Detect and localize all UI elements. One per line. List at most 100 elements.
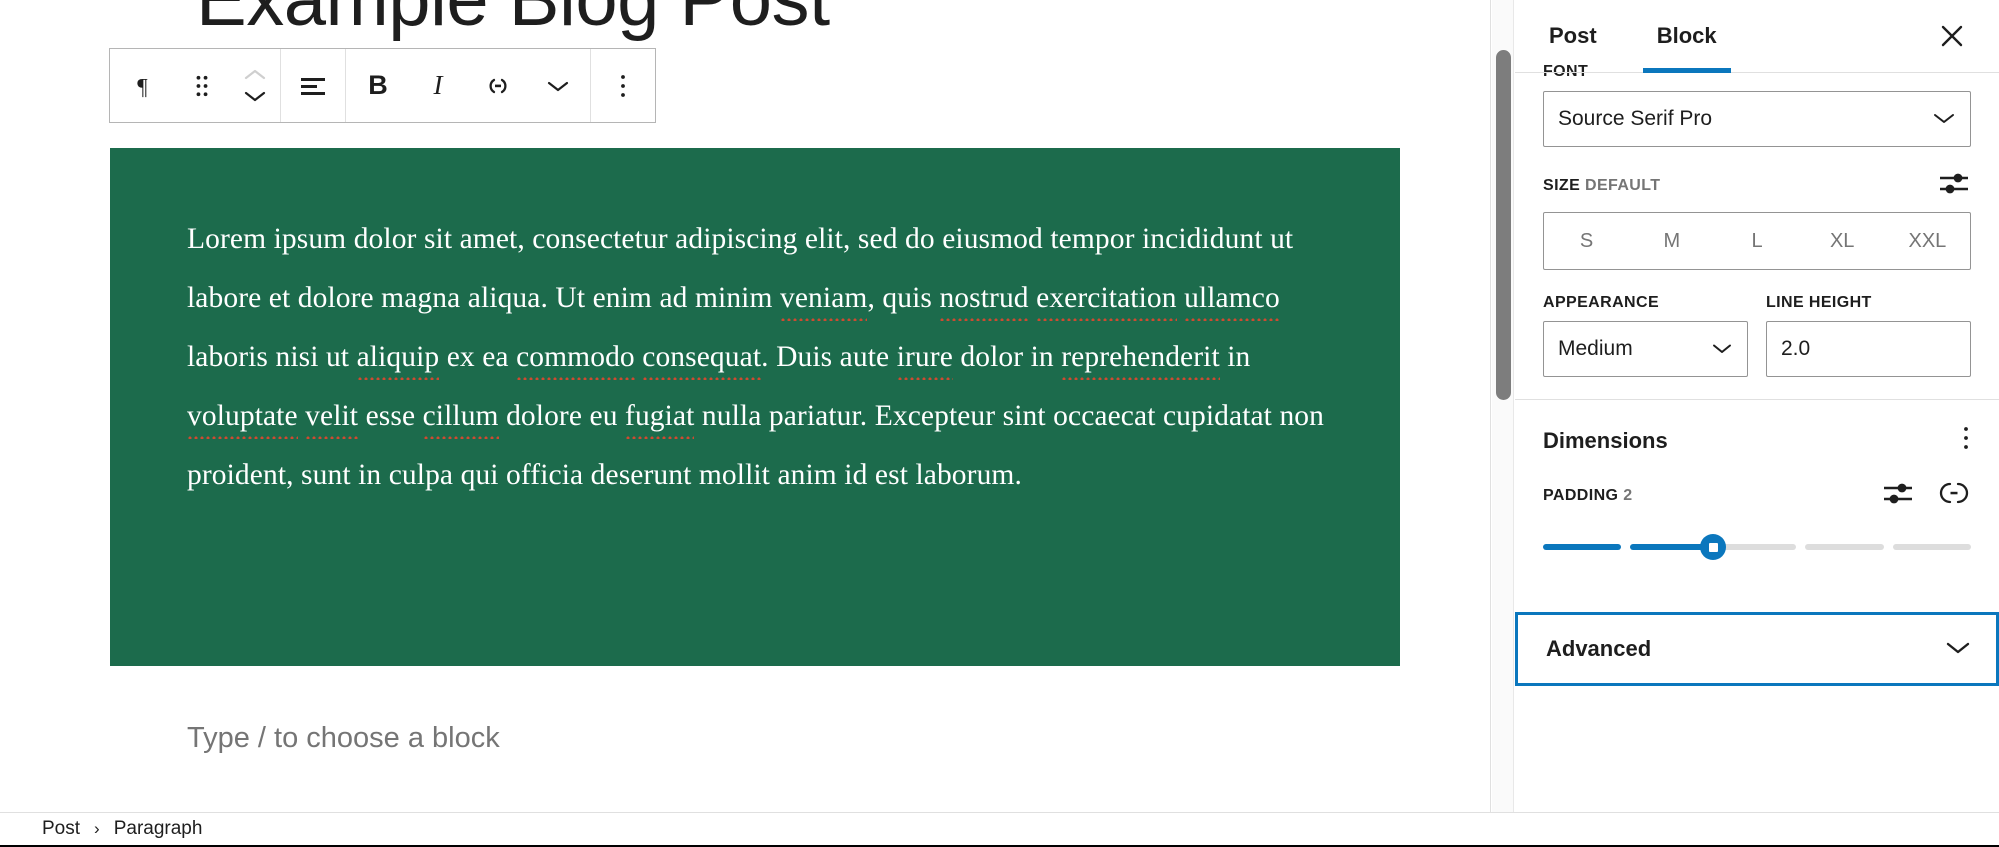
padding-value: 2 — [1623, 486, 1633, 504]
appearance-label: APPEARANCE — [1543, 294, 1660, 311]
sidebar-header: Post Block — [1515, 0, 1999, 73]
chevron-down-icon — [1944, 639, 1972, 660]
paragraph-text-run: esse — [358, 400, 423, 432]
chevron-up-icon[interactable] — [244, 68, 266, 81]
size-row: SIZE DEFAULT — [1543, 169, 1971, 202]
paragraph-text-run: laboris nisi ut — [187, 341, 357, 373]
misspelled-word: exercitation — [1036, 282, 1177, 314]
misspelled-word: veniam — [780, 282, 868, 314]
padding-slider-thumb[interactable] — [1700, 534, 1727, 560]
more-vertical-icon[interactable] — [1961, 424, 1971, 457]
link-sides-icon[interactable] — [1937, 480, 1971, 511]
misspelled-word: commodo — [516, 341, 635, 373]
canvas-scrollbar-thumb[interactable] — [1496, 50, 1511, 400]
misspelled-word: velit — [305, 400, 359, 432]
chevron-down-icon — [1711, 337, 1733, 361]
font-family-select[interactable]: Source Serif Pro — [1543, 91, 1971, 147]
slider-segment-5[interactable] — [1892, 544, 1972, 550]
misspelled-word: nostrud — [939, 282, 1029, 314]
typography-panel: FONT Source Serif Pro SIZE DEFAULT S M L… — [1515, 63, 1999, 399]
font-size-buttons: S M L XL XXL — [1543, 212, 1971, 270]
block-toolbar-group-options — [591, 49, 655, 122]
font-size-option-s[interactable]: S — [1544, 213, 1629, 269]
italic-label: I — [433, 70, 443, 100]
canvas-scrollbar-track[interactable] — [1492, 0, 1514, 812]
breadcrumb-item-post[interactable]: Post — [42, 818, 80, 840]
settings-sliders-icon[interactable] — [1881, 479, 1915, 512]
block-movers — [232, 49, 278, 122]
appearance-field: APPEARANCE Medium — [1543, 294, 1748, 377]
paragraph-text-run: ex ea — [439, 341, 517, 373]
block-toolbar-group-align — [281, 49, 346, 122]
slider-segment-2[interactable] — [1630, 544, 1709, 550]
tab-block[interactable]: Block — [1642, 0, 1731, 73]
drag-handle-icon[interactable] — [172, 49, 232, 122]
misspelled-word: voluptate — [187, 400, 298, 432]
font-size-option-xxl[interactable]: XXL — [1885, 213, 1970, 269]
padding-row: PADDING 2 — [1543, 479, 1971, 512]
breadcrumb-item-paragraph[interactable]: Paragraph — [114, 818, 203, 840]
paragraph-block[interactable]: Lorem ipsum dolor sit amet, consectetur … — [110, 148, 1400, 666]
misspelled-word: cillum — [422, 400, 499, 432]
dimensions-header: Dimensions — [1543, 424, 1971, 457]
dimensions-title: Dimensions — [1543, 427, 1668, 453]
settings-sliders-icon[interactable] — [1937, 169, 1971, 202]
font-size-option-m[interactable]: M — [1629, 213, 1714, 269]
chevron-down-icon — [1932, 107, 1956, 131]
paragraph-text-run: dolore eu — [498, 400, 626, 432]
bold-label: B — [368, 70, 388, 100]
advanced-panel-toggle[interactable]: Advanced — [1515, 612, 1999, 686]
tab-post[interactable]: Post — [1543, 0, 1603, 73]
italic-button[interactable]: I — [408, 49, 468, 122]
block-toolbar-group-block: ¶ — [110, 49, 281, 122]
align-text-icon[interactable] — [283, 49, 343, 122]
chevron-down-icon[interactable] — [244, 90, 266, 103]
wordpress-block-editor: Example Blog Post ¶ — [0, 0, 1999, 847]
padding-label: PADDING 2 — [1543, 487, 1633, 505]
size-label-text: SIZE — [1543, 176, 1581, 194]
more-formatting-chevron-down-icon[interactable] — [528, 49, 588, 122]
appearance-select[interactable]: Medium — [1543, 321, 1748, 377]
misspelled-word: aliquip — [356, 341, 440, 373]
paragraph-text[interactable]: Lorem ipsum dolor sit amet, consectetur … — [187, 210, 1327, 505]
misspelled-word: irure — [896, 341, 953, 373]
font-size-option-l[interactable]: L — [1714, 213, 1799, 269]
size-value-label: DEFAULT — [1585, 176, 1661, 194]
misspelled-word: fugiat — [625, 400, 695, 432]
padding-label-text: PADDING — [1543, 486, 1619, 504]
svg-text:¶: ¶ — [137, 74, 148, 99]
more-vertical-icon[interactable] — [593, 49, 653, 122]
font-family-value: Source Serif Pro — [1558, 107, 1713, 130]
paragraph-text-run: , quis — [867, 282, 940, 314]
block-toolbar: ¶ B I — [109, 48, 656, 123]
line-height-field: LINE HEIGHT 2.0 — [1766, 294, 1971, 377]
empty-paragraph-placeholder[interactable]: Type / to choose a block — [187, 722, 500, 755]
slider-segment-4[interactable] — [1805, 544, 1884, 550]
close-icon[interactable] — [1931, 15, 1973, 57]
padding-slider[interactable] — [1543, 534, 1972, 560]
slider-segment-1[interactable] — [1543, 544, 1622, 550]
editor-canvas: Example Blog Post ¶ — [0, 0, 1491, 812]
post-title[interactable]: Example Blog Post — [196, 0, 1296, 42]
line-height-label: LINE HEIGHT — [1766, 294, 1872, 311]
advanced-label: Advanced — [1546, 636, 1652, 661]
size-label: SIZE DEFAULT — [1543, 177, 1660, 195]
slider-segment-3[interactable] — [1717, 544, 1797, 550]
font-size-option-xl[interactable]: XL — [1800, 213, 1885, 269]
paragraph-text-run: dolor in — [952, 341, 1062, 373]
paragraph-text-run: . Duis aute — [761, 341, 897, 373]
paragraph-text-run: in — [1219, 341, 1251, 373]
misspelled-word: reprehenderit — [1061, 341, 1220, 373]
link-icon[interactable] — [468, 49, 528, 122]
misspelled-word: ullamco — [1184, 282, 1280, 314]
appearance-line-height-row: APPEARANCE Medium LINE HEIGHT 2.0 — [1543, 294, 1971, 377]
dimensions-panel: Dimensions PADDING 2 — [1515, 400, 1999, 574]
breadcrumb: Post › Paragraph — [0, 812, 1999, 845]
paragraph-text-run — [1177, 282, 1184, 314]
padding-icons — [1881, 479, 1971, 512]
bold-button[interactable]: B — [348, 49, 408, 122]
misspelled-word: consequat — [642, 341, 762, 373]
line-height-input[interactable]: 2.0 — [1766, 321, 1971, 377]
block-toolbar-group-format: B I — [346, 49, 591, 122]
paragraph-icon[interactable]: ¶ — [112, 49, 172, 122]
